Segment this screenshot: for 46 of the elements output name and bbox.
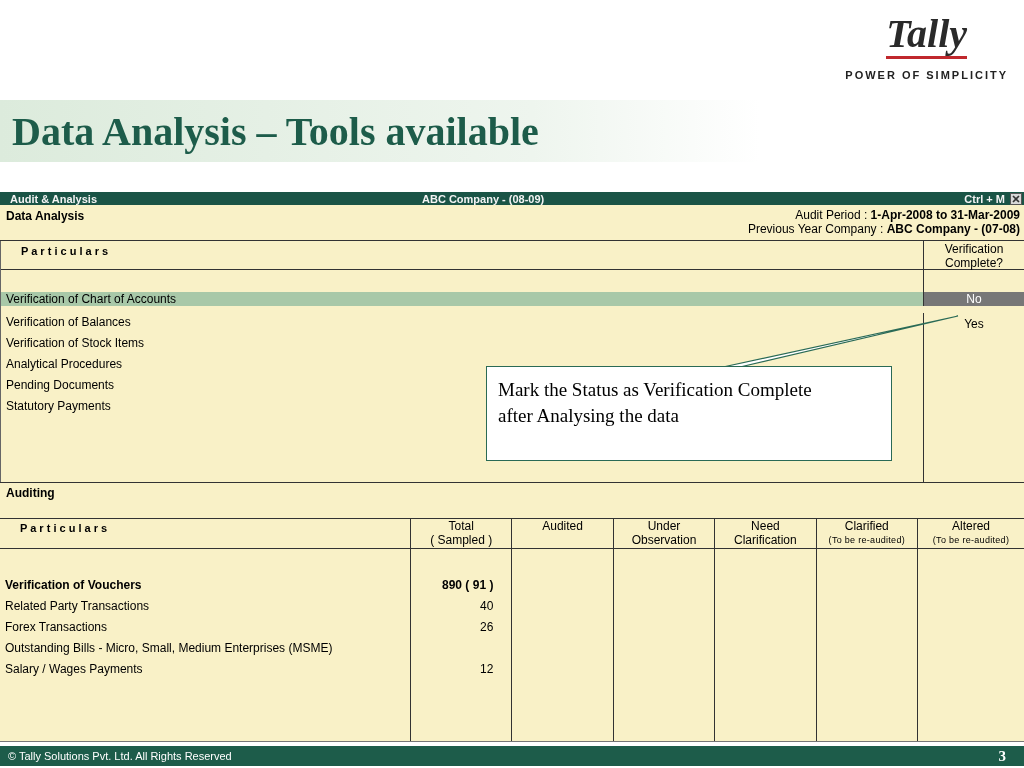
total-value: 26 xyxy=(480,619,494,634)
column-header: Verification Complete? xyxy=(943,241,1005,270)
close-icon[interactable] xyxy=(1010,192,1022,205)
column-header: Audited xyxy=(542,519,583,533)
logo-tagline: POWER OF SIMPLICITY xyxy=(845,69,1008,81)
particular-text: Verification of Vouchers xyxy=(5,577,142,592)
status-value: No xyxy=(966,292,982,306)
particular-text: Verification of Chart of Accounts xyxy=(6,292,177,306)
column-header: Under xyxy=(647,519,681,533)
slide-title: Data Analysis – Tools available xyxy=(12,107,539,155)
column-header: P a r t i c u l a r s xyxy=(20,244,109,257)
shortcut-label: Ctrl + M xyxy=(964,192,1005,205)
window-title: Audit & Analysis xyxy=(10,192,97,205)
particular-text[interactable]: Pending Documents xyxy=(6,378,115,392)
particular-text[interactable]: Verification of Stock Items xyxy=(6,336,145,350)
total-value: 40 xyxy=(480,598,494,613)
column-note: (To be re-audited) xyxy=(828,534,905,547)
previous-year-value: ABC Company - (07-08) xyxy=(886,222,1020,236)
copyright-text: © Tally Solutions Pvt. Ltd. All Rights Reserved xyxy=(8,750,232,762)
particular-text: Forex Transactions xyxy=(5,619,108,634)
particular-text[interactable]: Verification of Balances xyxy=(6,315,131,329)
audit-period-value: 1-Apr-2008 to 31-Mar-2009 xyxy=(870,208,1020,222)
total-value: 12 xyxy=(480,661,494,676)
page-number: 3 xyxy=(998,747,1006,765)
section-title: Auditing xyxy=(6,485,55,500)
particular-text: Salary / Wages Payments xyxy=(5,661,143,676)
particular-text[interactable]: Statutory Payments xyxy=(6,399,111,413)
logo-wordmark: Tally xyxy=(886,12,968,59)
column-header: Total xyxy=(448,519,474,533)
total-value: 890 ( 91 ) xyxy=(442,577,494,592)
column-subheader: Observation xyxy=(631,533,697,547)
column-header: Need xyxy=(751,519,780,533)
column-subheader: ( Sampled ) xyxy=(430,533,493,547)
particular-text: Related Party Transactions xyxy=(5,598,150,613)
column-note: (To be re-audited) xyxy=(932,534,1010,547)
audit-period-label: Audit Period : xyxy=(795,208,868,222)
column-header: Clarified xyxy=(844,519,889,533)
section-title: Data Analysis xyxy=(6,208,85,225)
status-value: Yes xyxy=(964,316,984,331)
column-header: Altered xyxy=(952,519,990,533)
previous-year-label: Previous Year Company : xyxy=(747,222,884,236)
particular-text[interactable]: Analytical Procedures xyxy=(6,357,123,371)
company-title: ABC Company - (08-09) xyxy=(422,192,545,205)
column-header: P a r t i c u l a r s xyxy=(19,521,108,535)
particular-text: Outstanding Bills - Micro, Small, Medium Enterprises (MSME) xyxy=(5,640,333,655)
column-subheader: Clarification xyxy=(734,533,797,547)
